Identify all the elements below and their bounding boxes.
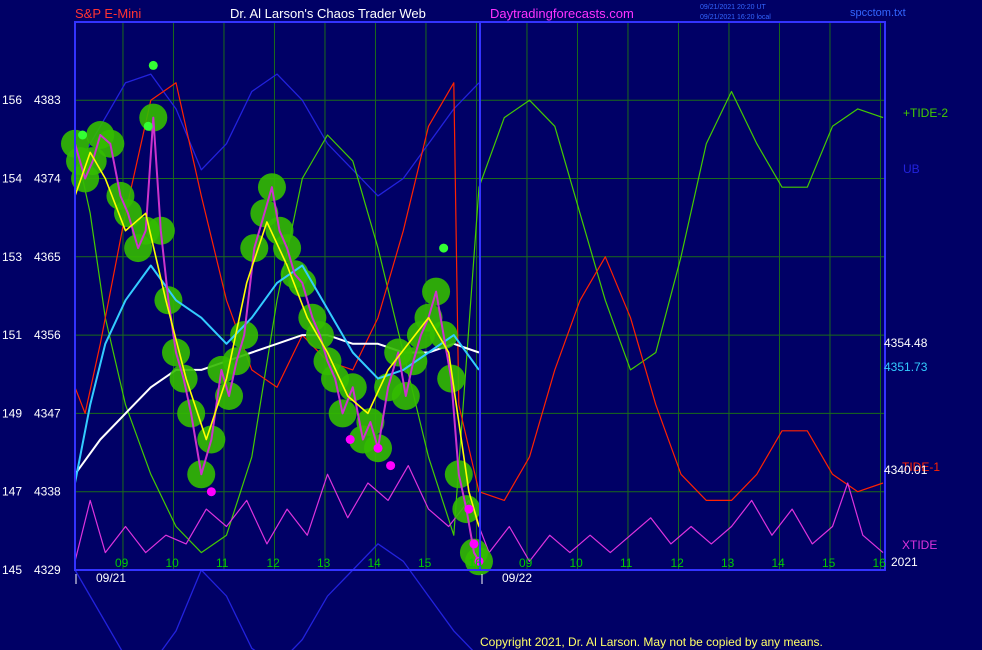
y-tick-label-left: 147: [2, 485, 22, 499]
x-hour-label: 16: [468, 556, 482, 570]
y-tick-label-right: 4383: [34, 93, 61, 107]
low-marker: [345, 435, 355, 444]
page-background: [0, 0, 982, 650]
y-tick-label-right: 4329: [34, 563, 61, 577]
right-label: 4340.01: [884, 463, 928, 477]
right-label: 4354.48: [884, 336, 928, 350]
high-marker: [143, 121, 153, 131]
chart-title: Dr. Al Larson's Chaos Trader Web: [230, 6, 426, 21]
y-tick-label-left: 149: [2, 406, 22, 420]
y-tick-label-left: 145: [2, 563, 22, 577]
high-marker: [148, 60, 158, 70]
x-hour-label: 10: [569, 556, 583, 570]
x-hour-label: 10: [165, 556, 179, 570]
y-tick-label-left: 154: [2, 172, 22, 186]
site-link[interactable]: Daytradingforecasts.com: [490, 6, 634, 21]
x-hour-label: 11: [620, 556, 633, 570]
x-hour-label: 15: [418, 556, 432, 570]
timestamp-ut: 09/21/2021 20:20 UT: [700, 4, 766, 11]
low-marker: [206, 487, 216, 497]
x-hour-label: 15: [822, 556, 836, 570]
right-label: UB: [903, 162, 920, 176]
y-tick-label-left: 156: [2, 93, 22, 107]
right-label: XTIDE: [902, 538, 937, 552]
x-hour-label: 11: [216, 556, 229, 570]
x-hour-label: 13: [721, 556, 735, 570]
y-tick-label-right: 4356: [34, 328, 61, 342]
high-marker: [439, 243, 449, 253]
x-hour-label: 14: [367, 556, 381, 570]
low-marker: [469, 539, 479, 549]
timestamp-local: 09/21/2021 16:20 local: [700, 14, 771, 21]
x-hour-label: 13: [317, 556, 331, 570]
file-name: spcctom.txt: [850, 7, 906, 19]
x-hour-label: 09: [519, 556, 533, 570]
x-hour-label: 14: [771, 556, 785, 570]
date-label: 09/21: [96, 571, 126, 585]
y-tick-label-right: 4338: [34, 485, 61, 499]
right-label: +TIDE-2: [903, 106, 948, 120]
low-marker: [464, 504, 474, 514]
high-marker: [78, 130, 88, 140]
date-label: 09/22: [502, 571, 532, 585]
x-hour-label: 12: [670, 556, 684, 570]
symbol-label: S&P E-Mini: [75, 6, 141, 21]
low-marker: [386, 461, 396, 471]
chart-canvas: S&P E-Mini Dr. Al Larson's Chaos Trader …: [0, 0, 982, 650]
right-label: 4351.73: [884, 360, 928, 374]
x-hour-label: 09: [115, 556, 129, 570]
x-hour-label: 16: [872, 556, 886, 570]
y-tick-label-left: 151: [2, 328, 22, 342]
y-tick-label-right: 4347: [34, 406, 61, 420]
y-tick-label-right: 4374: [34, 172, 61, 186]
y-tick-label-left: 153: [2, 250, 22, 264]
copyright-notice: Copyright 2021, Dr. Al Larson. May not b…: [480, 635, 823, 649]
y-tick-label-right: 4365: [34, 250, 61, 264]
right-label: 2021: [891, 555, 918, 569]
x-hour-label: 12: [266, 556, 280, 570]
low-marker: [373, 443, 383, 453]
